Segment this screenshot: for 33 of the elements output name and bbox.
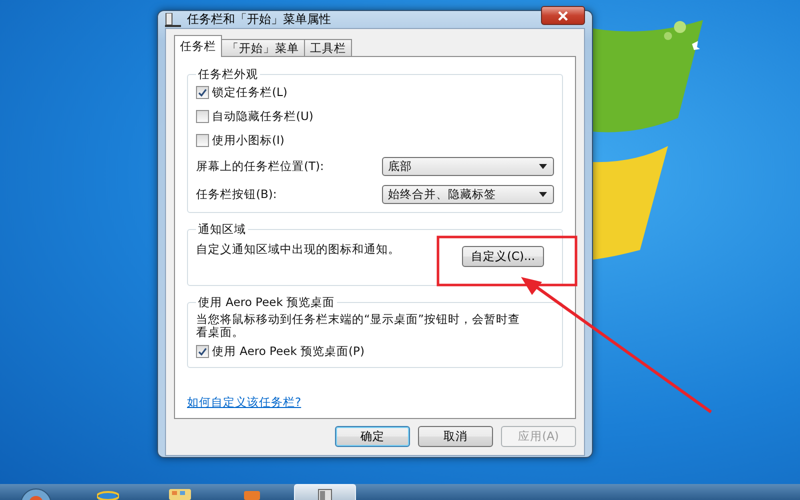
- dropdown[interactable]: 始终合并、隐藏标签: [382, 185, 554, 204]
- dropdown-caret-icon: [539, 192, 547, 197]
- folder-icon[interactable]: [168, 489, 192, 500]
- globe-icon[interactable]: [97, 488, 119, 500]
- tab[interactable]: 任务栏: [174, 35, 222, 57]
- field-label: 屏幕上的任务栏位置(T):: [196, 159, 324, 174]
- field-label: 任务栏按钮(B):: [196, 187, 277, 202]
- window-title: 任务栏和「开始」菜单属性: [187, 11, 332, 28]
- window-icon[interactable]: [318, 489, 332, 500]
- checkbox-label: 使用 Aero Peek 预览桌面(P): [212, 344, 364, 359]
- group-title: 通知区域: [197, 222, 247, 237]
- checkbox-label: 使用小图标(I): [212, 133, 284, 148]
- checkbox[interactable]: [196, 134, 209, 147]
- checkbox[interactable]: [196, 345, 209, 358]
- checkbox-label: 锁定任务栏(L): [212, 85, 288, 100]
- checkbox[interactable]: [196, 86, 209, 99]
- tab[interactable]: 工具栏: [304, 39, 352, 56]
- tab[interactable]: 「开始」菜单: [221, 39, 305, 56]
- close-button[interactable]: [541, 6, 585, 25]
- checkbox-label: 自动隐藏任务栏(U): [212, 109, 314, 124]
- dropdown-caret-icon: [539, 164, 547, 169]
- group-title: 任务栏外观: [197, 67, 259, 82]
- checkbox[interactable]: [196, 110, 209, 123]
- description-text: 自定义通知区域中出现的图标和通知。: [196, 242, 400, 257]
- dialog-button[interactable]: 确定: [335, 426, 410, 447]
- start-orb-icon[interactable]: [20, 488, 52, 500]
- close-icon: [558, 10, 568, 20]
- dropdown[interactable]: 底部: [382, 157, 554, 176]
- description-text: 当您将鼠标移动到任务栏末端的“显示桌面”按钮时，会暂时查看桌面。: [196, 313, 521, 339]
- group-title: 使用 Aero Peek 预览桌面: [197, 295, 336, 310]
- customize-button[interactable]: 自定义(C)...: [462, 246, 544, 267]
- help-link[interactable]: 如何自定义该任务栏?: [187, 395, 302, 410]
- dialog-button[interactable]: 取消: [418, 426, 493, 447]
